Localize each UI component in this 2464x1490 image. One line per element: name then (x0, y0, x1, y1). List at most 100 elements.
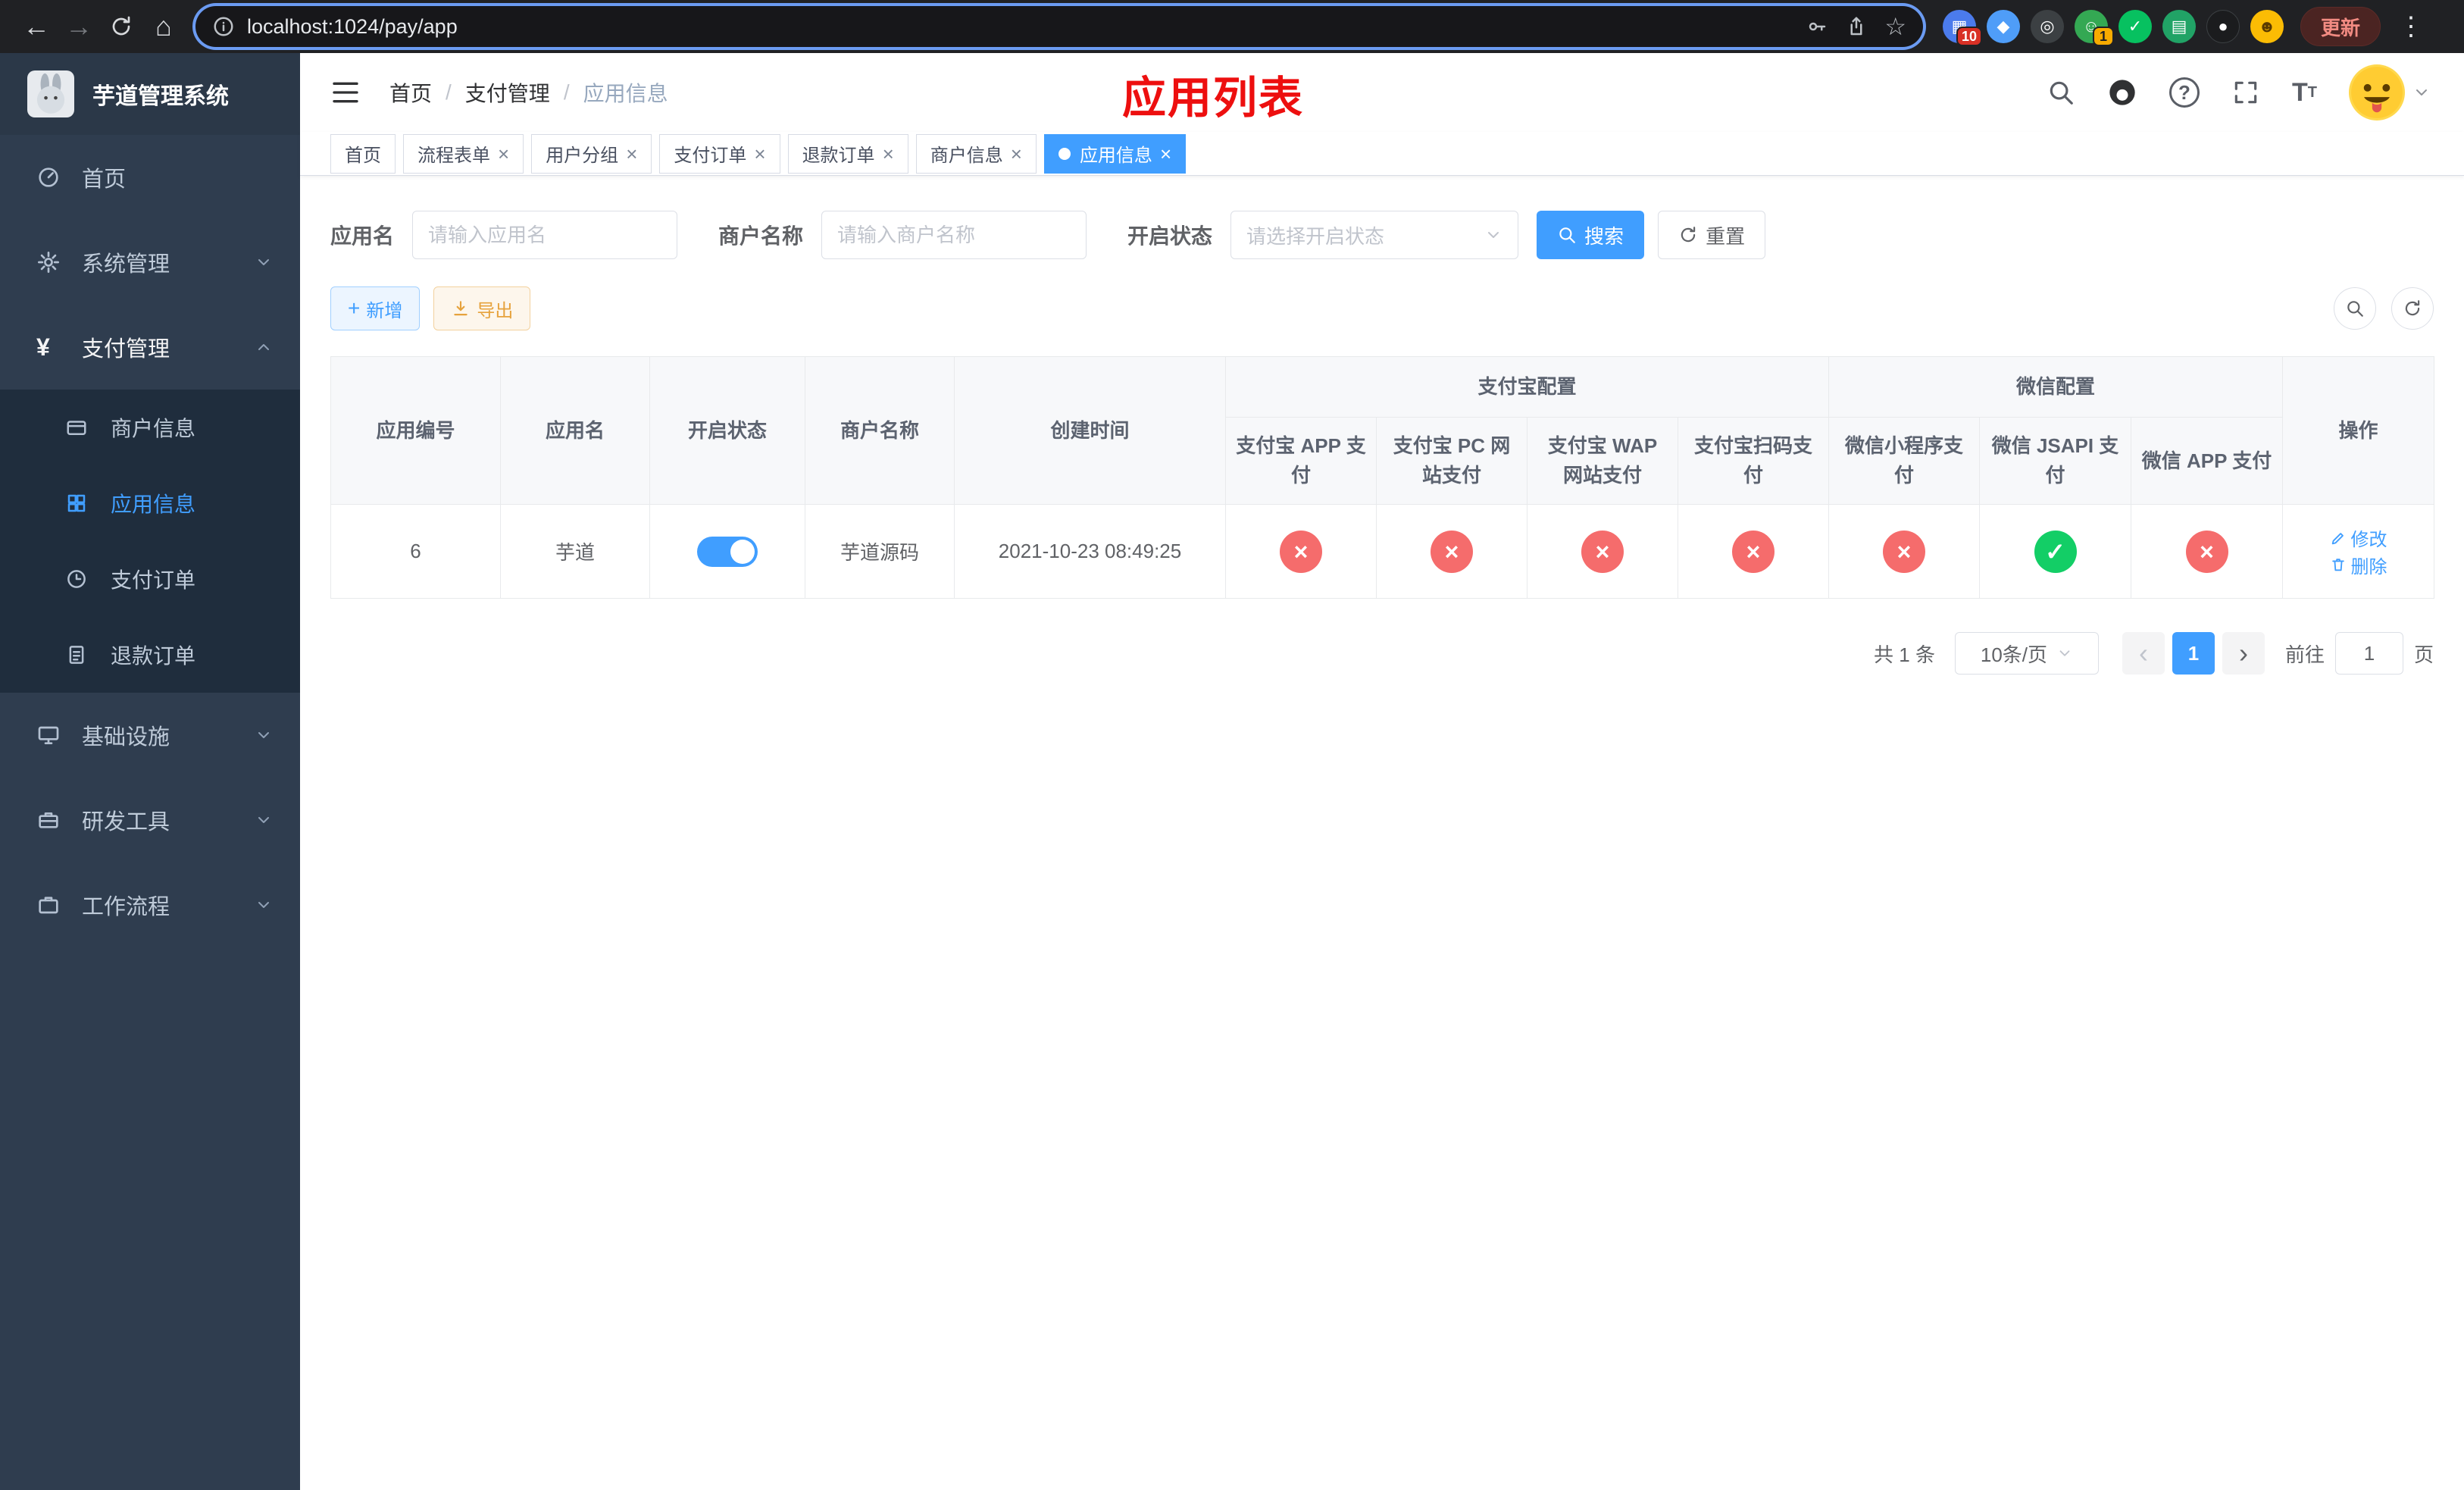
toggle-search-button[interactable] (2334, 287, 2376, 330)
tab-home[interactable]: 首页 (330, 133, 396, 174)
gear-icon (36, 250, 82, 274)
close-icon[interactable]: × (883, 144, 894, 164)
extension-badge: 1 (2093, 27, 2114, 46)
cell-merchant: 芋道源码 (805, 504, 955, 599)
extensions-area: ▦ 10 ◆ ◎ ☺ 1 ✓ ▤ ● ☻ (1943, 10, 2284, 46)
cell-wx-app: × (2131, 504, 2284, 599)
url-text[interactable]: localhost:1024/pay/app (247, 15, 1789, 39)
password-key-icon[interactable] (1806, 15, 1828, 38)
document-icon (65, 643, 111, 666)
table-toolbar: + 新增 导出 (330, 286, 2434, 330)
refresh-table-button[interactable] (2391, 287, 2434, 330)
app-name-input[interactable] (412, 211, 678, 259)
edit-link[interactable]: 修改 (2330, 524, 2387, 551)
browser-forward-icon[interactable]: → (58, 5, 100, 48)
browser-menu-icon[interactable]: ⋮ (2396, 11, 2426, 42)
sidebar-fold-icon[interactable] (323, 77, 368, 108)
close-icon[interactable]: × (498, 144, 509, 164)
add-button[interactable]: + 新增 (330, 286, 421, 330)
delete-link[interactable]: 删除 (2330, 552, 2387, 578)
close-icon[interactable]: × (626, 144, 637, 164)
browser-update-button[interactable]: 更新 (2300, 7, 2381, 46)
bookmark-star-icon[interactable]: ☆ (1884, 12, 1906, 41)
chevron-down-icon (255, 726, 273, 744)
tab-user-group[interactable]: 用户分组 × (531, 133, 652, 174)
sidebar-item-payment[interactable]: ¥ 支付管理 (0, 305, 300, 390)
extension-icon-diamond[interactable]: ◆ (1987, 10, 2020, 43)
sidebar-item-home[interactable]: 首页 (0, 135, 300, 220)
close-icon[interactable]: × (1160, 144, 1171, 164)
site-info-icon[interactable] (212, 15, 235, 38)
browser-home-icon[interactable]: ⌂ (142, 5, 185, 48)
close-icon[interactable]: × (1011, 144, 1022, 164)
extension-badge: 10 (1956, 27, 1982, 46)
status-toggle-on[interactable] (697, 536, 758, 567)
help-icon[interactable]: ? (2169, 77, 2200, 108)
prev-page-button[interactable]: ‹ (2122, 632, 2165, 675)
sidebar-item-label: 基础设施 (82, 725, 170, 750)
chevron-down-icon (1484, 226, 1502, 244)
browser-back-icon[interactable]: ← (15, 5, 58, 48)
sidebar-item-dev-tools[interactable]: 研发工具 (0, 778, 300, 862)
extension-icon-avatar[interactable]: ☺ 1 (2075, 10, 2114, 46)
extension-icon-pin[interactable]: ● (2206, 10, 2240, 43)
col-header-alipay-wap: 支付宝 WAP 网站支付 (1527, 417, 1678, 505)
sidebar-item-refund-orders[interactable]: 退款订单 (0, 617, 300, 693)
sidebar-item-merchant-info[interactable]: 商户信息 (0, 390, 300, 465)
current-page-button[interactable]: 1 (2172, 632, 2215, 675)
sidebar-item-workflow[interactable]: 工作流程 (0, 862, 300, 947)
next-page-button[interactable]: › (2222, 632, 2265, 675)
delete-label: 删除 (2350, 556, 2387, 578)
tab-label: 用户分组 (546, 146, 619, 166)
sidebar-item-app-info[interactable]: 应用信息 (0, 465, 300, 541)
reset-button[interactable]: 重置 (1658, 211, 1766, 259)
app-title: 芋道管理系统 (92, 84, 229, 109)
tab-process-form[interactable]: 流程表单 × (403, 133, 524, 174)
user-menu[interactable] (2349, 64, 2431, 121)
disabled-icon: × (1732, 530, 1775, 573)
close-icon[interactable]: × (754, 144, 765, 164)
share-icon[interactable] (1845, 15, 1868, 38)
goto-page-input[interactable] (2334, 632, 2403, 675)
header-search-icon[interactable] (2047, 78, 2075, 107)
sidebar-item-system[interactable]: 系统管理 (0, 220, 300, 305)
sidebar-item-pay-orders[interactable]: 支付订单 (0, 541, 300, 617)
update-label: 更新 (2321, 16, 2361, 39)
github-icon[interactable] (2107, 77, 2137, 108)
page-size-select[interactable]: 10条/页 (1954, 632, 2099, 675)
breadcrumb-payment[interactable]: 支付管理 (465, 77, 550, 108)
sidebar-item-infra[interactable]: 基础设施 (0, 693, 300, 778)
search-icon (2347, 301, 2363, 317)
address-bar[interactable]: localhost:1024/pay/app ☆ (195, 6, 1923, 47)
goto-prefix: 前往 (2284, 643, 2325, 666)
merchant-name-input[interactable] (821, 211, 1087, 259)
tab-app-info[interactable]: 应用信息 × (1043, 133, 1187, 174)
export-button[interactable]: 导出 (433, 286, 531, 330)
extension-icon-doc[interactable]: ▤ (2162, 10, 2196, 43)
cell-alipay-app: × (1225, 504, 1377, 599)
sidebar-menu: 首页 系统管理 ¥ 支付管理 商户信息 应用信息 支付订单 退款订单 基础设施 … (0, 135, 300, 947)
status-select[interactable]: 请选择开启状态 (1230, 211, 1519, 259)
browser-reload-icon[interactable] (100, 5, 142, 48)
sidebar-item-label: 应用信息 (111, 493, 196, 516)
extension-icon-wechat[interactable]: ✓ (2118, 10, 2152, 43)
tab-refund-orders[interactable]: 退款订单 × (787, 133, 908, 174)
yen-icon: ¥ (36, 333, 50, 361)
fullscreen-icon[interactable] (2231, 78, 2260, 107)
col-header-wx-jsapi: 微信 JSAPI 支付 (1979, 417, 2132, 505)
col-header-alipay-pc: 支付宝 PC 网站支付 (1376, 417, 1527, 505)
page-size-value: 10条/页 (1980, 643, 2048, 666)
tab-pay-orders[interactable]: 支付订单 × (659, 133, 780, 174)
tab-label: 首页 (345, 146, 381, 166)
font-size-icon[interactable]: TT (2292, 78, 2317, 108)
extension-icon-globe[interactable]: ◎ (2031, 10, 2064, 43)
chevron-down-icon (255, 253, 273, 271)
extension-icon-puzzle[interactable]: ▦ 10 (1943, 10, 1982, 46)
breadcrumb-home[interactable]: 首页 (389, 77, 432, 108)
extension-icon-emoji[interactable]: ☻ (2250, 10, 2284, 43)
breadcrumb: 首页 / 支付管理 / 应用信息 (389, 77, 668, 108)
cell-wx-mini: × (1828, 504, 1981, 599)
tab-merchant-info[interactable]: 商户信息 × (915, 133, 1037, 174)
sidebar-logo[interactable]: 芋道管理系统 (0, 53, 300, 135)
search-button[interactable]: 搜索 (1537, 211, 1645, 259)
